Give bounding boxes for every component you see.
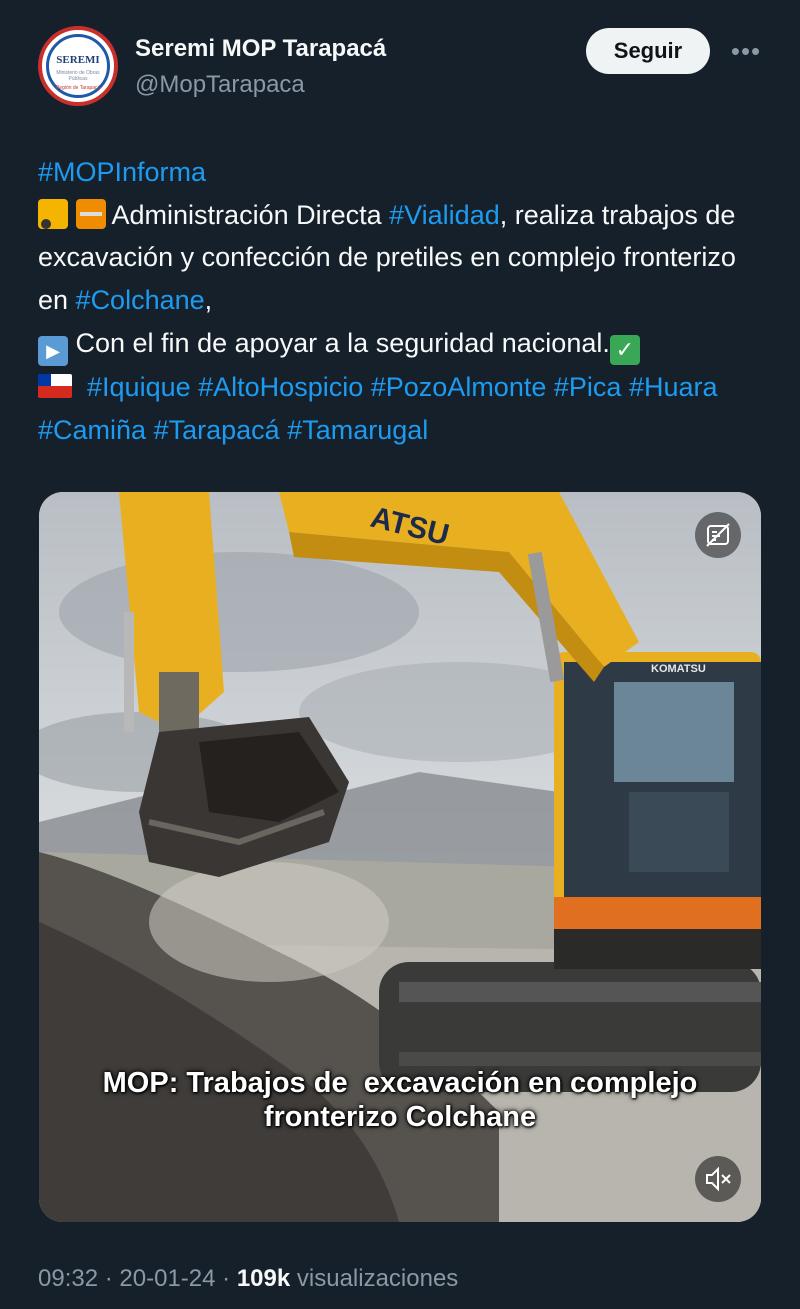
hashtag-link[interactable]: #Vialidad bbox=[389, 200, 500, 230]
safety-vest-emoji bbox=[75, 198, 106, 229]
tweet-text-part: , bbox=[204, 285, 213, 316]
chile-flag-emoji bbox=[38, 373, 72, 398]
cab-brand-text: KOMATSU bbox=[651, 663, 706, 675]
avatar[interactable]: SEREMI Ministerio de Obras Públicas Regi… bbox=[38, 26, 118, 106]
follow-button[interactable]: Seguir bbox=[586, 28, 710, 74]
avatar-logo: SEREMI Ministerio de Obras Públicas Regi… bbox=[46, 34, 110, 98]
video-caption: MOP: Trabajos de excavación en complejo … bbox=[39, 1066, 761, 1134]
hashtag-link[interactable]: #Colchane bbox=[76, 285, 205, 315]
mute-icon[interactable] bbox=[695, 1156, 741, 1202]
hashtag-link[interactable]: #MOPInforma bbox=[38, 157, 206, 187]
hashtag-link[interactable]: #Tarapacá bbox=[154, 415, 280, 445]
hashtag-link[interactable]: #Huara bbox=[629, 372, 718, 402]
avatar-logo-text: SEREMI bbox=[56, 54, 100, 66]
hashtag-link[interactable]: #Iquique bbox=[87, 372, 191, 402]
hashtag-link[interactable]: #PozoAlmonte bbox=[371, 372, 547, 402]
hashtag-link[interactable]: #Pica bbox=[554, 372, 622, 402]
meta-separator: · bbox=[222, 1265, 231, 1292]
video-caption-line: fronterizo Colchane bbox=[263, 1101, 537, 1133]
tweet-header: SEREMI Ministerio de Obras Públicas Regi… bbox=[38, 26, 770, 110]
video-player[interactable]: KOMATSU ATSU MOP: Trabajos de excavación… bbox=[39, 492, 761, 1222]
tweet-time[interactable]: 09:32 bbox=[38, 1265, 98, 1292]
views-count: 109k bbox=[236, 1265, 291, 1292]
tweet-meta: 09:32 · 20-01-24 · 109k visualizaciones bbox=[38, 1265, 458, 1293]
tweet-text-part: Administración Directa bbox=[105, 199, 390, 230]
views-label: visualizaciones bbox=[296, 1265, 459, 1292]
tractor-emoji bbox=[38, 198, 68, 229]
tweet-text-part: Con el fin de apoyar a la seguridad naci… bbox=[68, 327, 610, 358]
video-caption-line: MOP: Trabajos de excavación en complejo bbox=[102, 1067, 698, 1099]
more-horizontal-icon[interactable]: ••• bbox=[728, 36, 764, 66]
meta-separator: · bbox=[104, 1265, 113, 1292]
account-handle[interactable]: @MopTarapaca bbox=[135, 71, 305, 99]
tweet-text: #MOPInforma Administración Directa #Vial… bbox=[38, 151, 760, 451]
play-button-emoji: ▶ bbox=[38, 335, 68, 366]
hashtag-link[interactable]: #Camiña bbox=[38, 415, 146, 445]
gif-icon[interactable] bbox=[695, 512, 741, 558]
tweet-date[interactable]: 20-01-24 bbox=[119, 1265, 215, 1292]
avatar-logo-region: Región de Tarapacá bbox=[55, 85, 101, 91]
check-mark-emoji: ✓ bbox=[609, 334, 640, 365]
hashtag-link[interactable]: #AltoHospicio bbox=[198, 372, 363, 402]
hashtag-link[interactable]: #Tamarugal bbox=[287, 415, 428, 445]
avatar-logo-subtext: Ministerio de Obras Públicas bbox=[56, 70, 100, 82]
account-name[interactable]: Seremi MOP Tarapacá bbox=[135, 35, 386, 63]
